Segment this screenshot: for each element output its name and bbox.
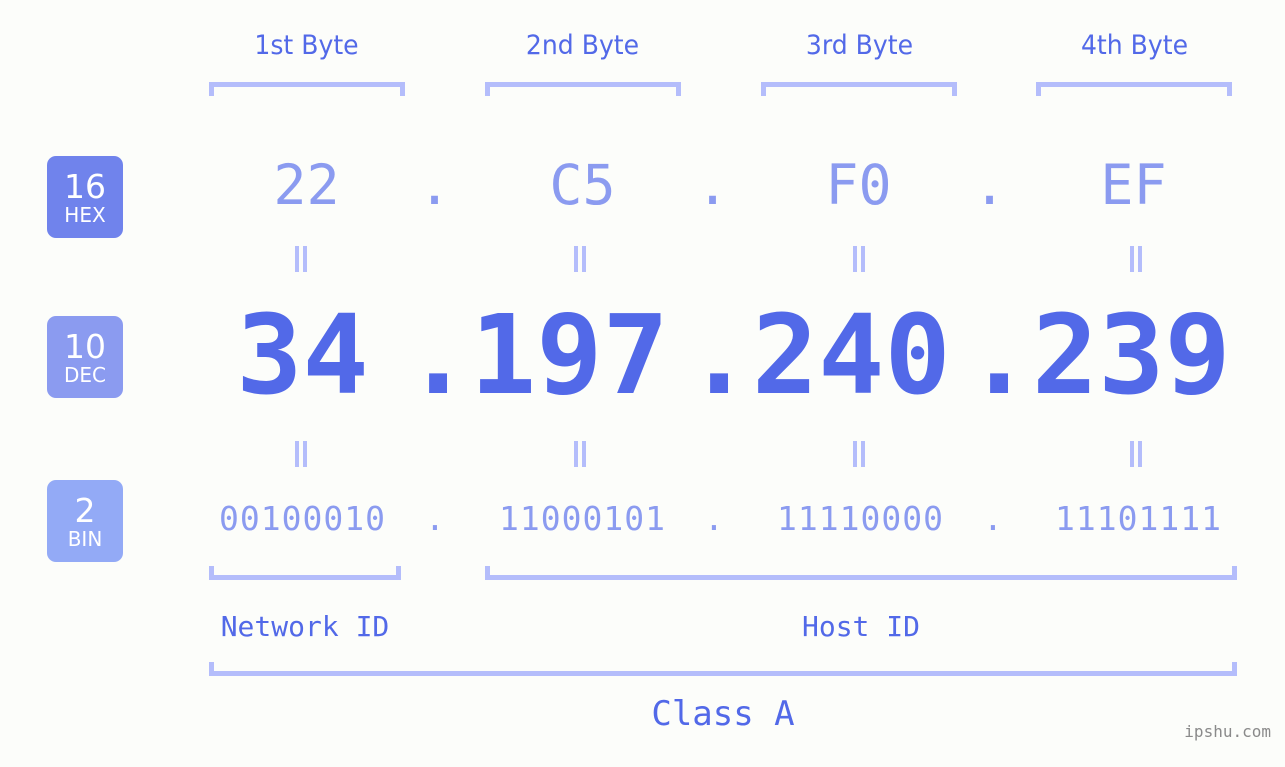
bin-byte-1: 00100010 xyxy=(219,499,386,538)
hex-separator-2: . xyxy=(696,153,730,217)
equals-icon-hex-dec-3 xyxy=(850,246,868,272)
dec-byte-3: 240 xyxy=(752,291,951,419)
byte-bracket-1 xyxy=(209,82,405,96)
hex-byte-1: 22 xyxy=(273,153,340,217)
bin-separator-2: . xyxy=(704,499,724,538)
equals-icon-dec-bin-2 xyxy=(571,441,589,467)
bin-separator-3: . xyxy=(983,499,1003,538)
equals-icon-hex-dec-2 xyxy=(571,246,589,272)
equals-icon-dec-bin-1 xyxy=(292,441,310,467)
network-id-label: Network ID xyxy=(220,610,390,643)
byte-header-3: 3rd Byte xyxy=(805,30,914,61)
byte-bracket-2 xyxy=(485,82,681,96)
equals-icon-hex-dec-4 xyxy=(1127,246,1145,272)
hex-byte-4: EF xyxy=(1100,153,1167,217)
host-id-label: Host ID xyxy=(801,610,920,643)
bin-byte-3: 11110000 xyxy=(777,499,944,538)
base-badge-hex-name: HEX xyxy=(64,202,106,227)
byte-bracket-4 xyxy=(1036,82,1232,96)
ip-breakdown-diagram: 1st Byte 2nd Byte 3rd Byte 4th Byte 16 H… xyxy=(0,0,1285,767)
class-label: Class A xyxy=(651,694,795,734)
dec-separator-1: . xyxy=(405,291,472,419)
base-badge-bin-number: 2 xyxy=(74,490,96,530)
byte-header-1: 1st Byte xyxy=(254,30,359,61)
base-badge-bin: 2 BIN xyxy=(47,480,123,562)
dec-byte-4: 239 xyxy=(1032,291,1231,419)
equals-icon-dec-bin-3 xyxy=(850,441,868,467)
dec-separator-2: . xyxy=(686,291,753,419)
byte-header-4: 4th Byte xyxy=(1080,30,1189,61)
bin-separator-1: . xyxy=(425,499,445,538)
hex-separator-1: . xyxy=(418,153,452,217)
class-bracket xyxy=(209,662,1237,676)
dec-separator-3: . xyxy=(966,291,1033,419)
equals-icon-hex-dec-1 xyxy=(292,246,310,272)
site-watermark: ipshu.com xyxy=(1184,722,1271,741)
hex-byte-3: F0 xyxy=(825,153,892,217)
base-badge-dec-number: 10 xyxy=(64,326,106,366)
dec-byte-2: 197 xyxy=(470,291,669,419)
base-badge-dec-name: DEC xyxy=(63,362,106,387)
equals-icon-dec-bin-4 xyxy=(1127,441,1145,467)
dec-byte-1: 34 xyxy=(236,291,369,419)
network-id-bracket xyxy=(209,566,401,580)
base-badge-bin-name: BIN xyxy=(67,526,103,551)
byte-header-2: 2nd Byte xyxy=(525,30,640,61)
bin-byte-4: 11101111 xyxy=(1055,499,1222,538)
hex-byte-2: C5 xyxy=(549,153,616,217)
byte-bracket-3 xyxy=(761,82,957,96)
host-id-bracket xyxy=(485,566,1237,580)
base-badge-hex: 16 HEX xyxy=(47,156,123,238)
base-badge-hex-number: 16 xyxy=(64,166,106,206)
hex-separator-3: . xyxy=(973,153,1007,217)
base-badge-dec: 10 DEC xyxy=(47,316,123,398)
bin-byte-2: 11000101 xyxy=(499,499,666,538)
